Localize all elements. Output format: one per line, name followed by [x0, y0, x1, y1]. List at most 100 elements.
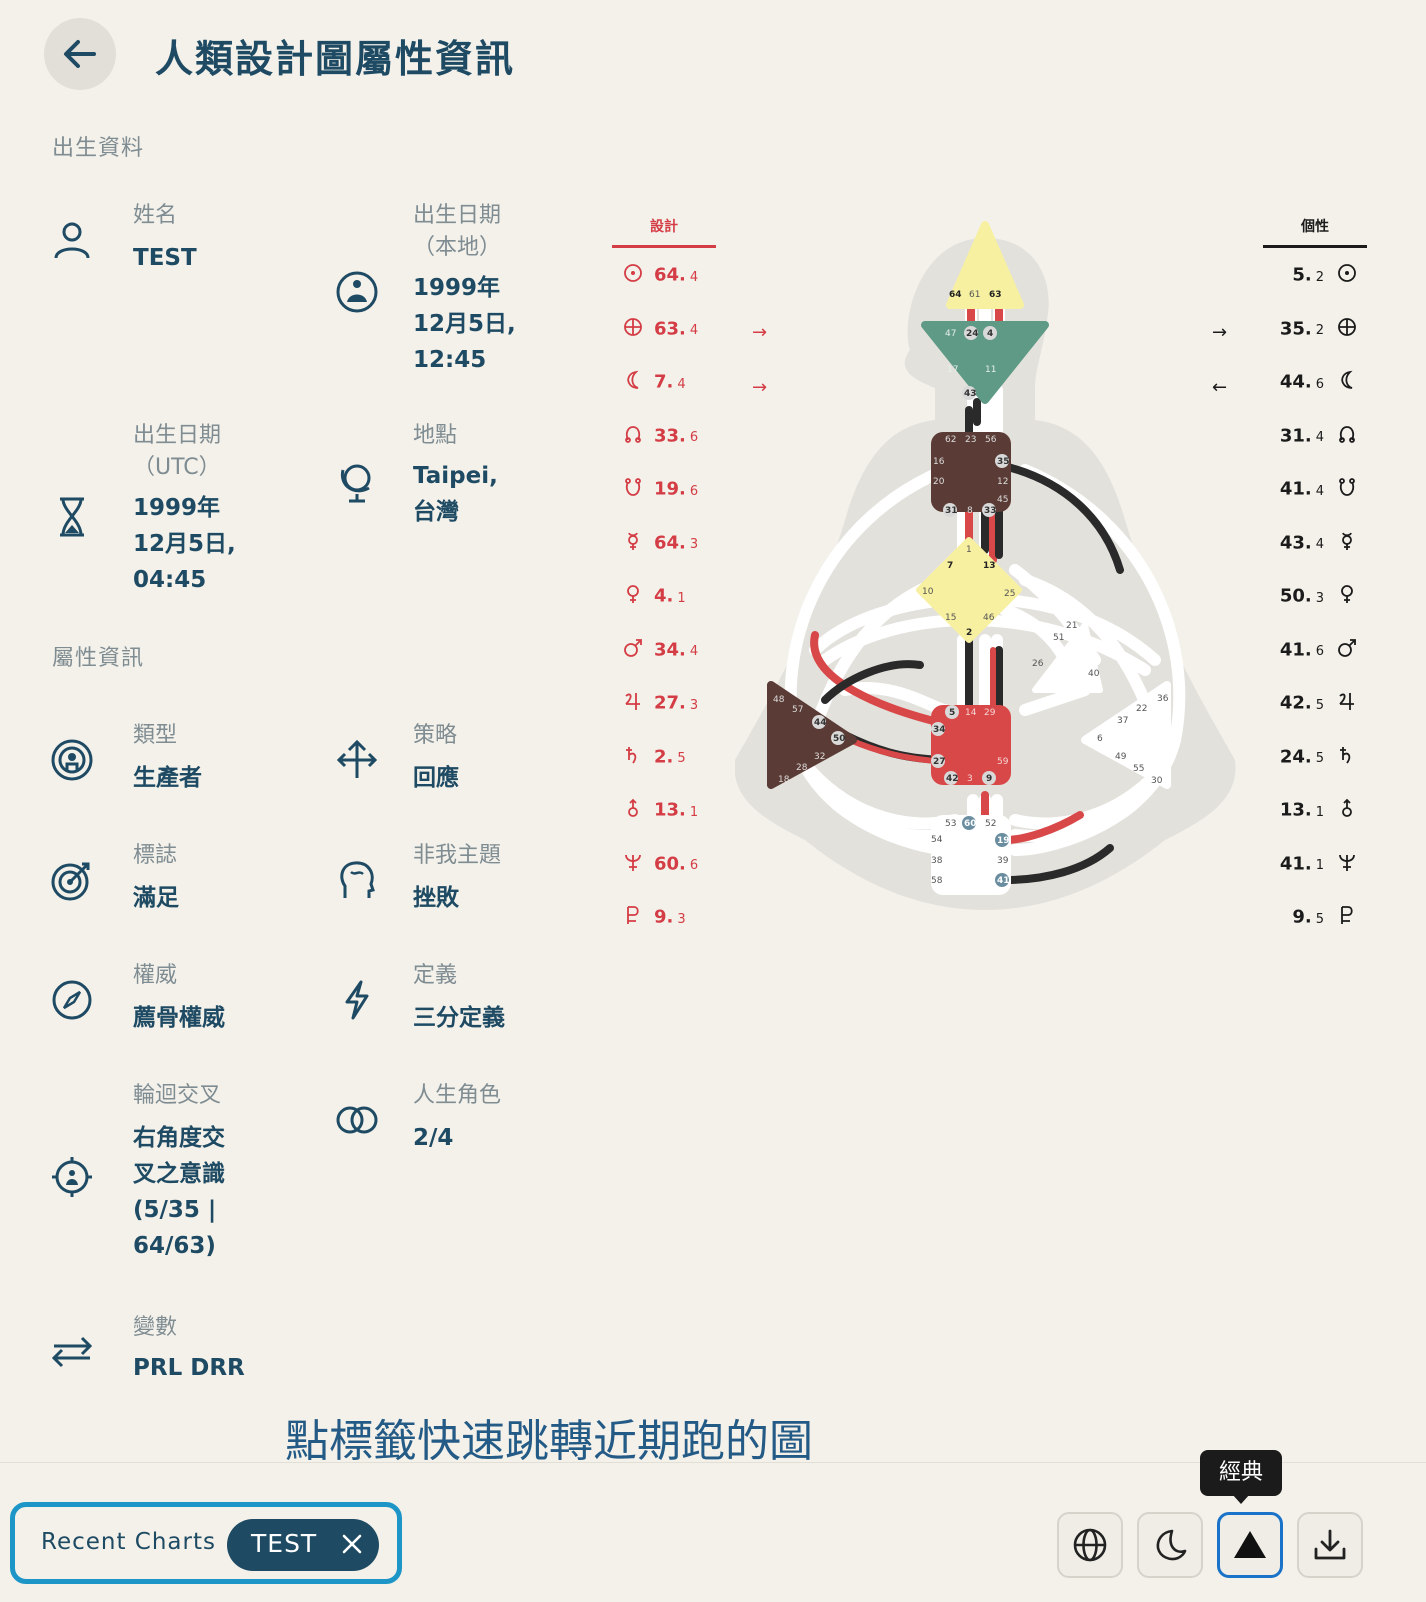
south-node-icon: [1336, 476, 1358, 503]
gate-label: 22: [1136, 704, 1147, 714]
recent-charts-label: Recent Charts: [41, 1529, 216, 1555]
design-row[interactable]: 63. 4: [622, 316, 698, 343]
gate-label: 42: [946, 774, 959, 784]
close-icon[interactable]: [341, 1533, 363, 1555]
neptune-icon: [1336, 851, 1358, 878]
theme-button[interactable]: [1137, 1512, 1203, 1578]
target-icon: [50, 858, 94, 902]
gate-label: 31: [945, 506, 958, 516]
line-number: 4: [689, 269, 699, 285]
gate-label: 17: [947, 365, 958, 375]
line-number: 1: [1315, 858, 1324, 873]
place-value: Taipei, 台灣: [413, 463, 498, 525]
line-number: 2: [1315, 323, 1324, 338]
gate-number: 44.: [1279, 371, 1312, 393]
saturn-icon: [622, 744, 644, 771]
gate-number: 13.: [1279, 799, 1312, 821]
gate-label: 49: [1115, 752, 1127, 762]
line-number: 1: [1315, 804, 1324, 820]
personality-row[interactable]: 42. 5: [1280, 690, 1358, 717]
design-row[interactable]: 7. 4: [622, 369, 686, 396]
line-number: 5: [1315, 697, 1324, 713]
gate-label: 19: [997, 836, 1010, 846]
personality-row[interactable]: 41. 6: [1280, 637, 1358, 664]
personality-row[interactable]: 44. 6: [1280, 369, 1358, 396]
gate-number: 5.: [1292, 264, 1312, 286]
sun-icon: [1336, 262, 1358, 289]
line-number: 6: [1315, 376, 1324, 392]
design-row[interactable]: 2. 5: [622, 744, 686, 771]
gate-label: 46: [983, 613, 995, 623]
personality-row[interactable]: 35. 2: [1280, 316, 1358, 343]
gate-number: 42.: [1279, 692, 1312, 714]
design-row[interactable]: 9. 3: [622, 904, 686, 931]
moon-icon: [1156, 1529, 1187, 1561]
language-button[interactable]: [1057, 1512, 1123, 1578]
jupiter-icon: [1336, 690, 1358, 717]
recent-chart-chip[interactable]: TEST: [227, 1519, 379, 1571]
mercury-icon: [622, 530, 644, 557]
gate-label: 7: [947, 561, 953, 571]
line-number: 3: [689, 537, 699, 552]
profile-label: 人生角色: [413, 1083, 502, 1108]
personality-row[interactable]: 31. 4: [1280, 423, 1358, 450]
personality-heading: 個性: [1301, 219, 1329, 235]
personality-row[interactable]: 43. 4: [1280, 530, 1358, 557]
gate-label: 55: [1133, 764, 1144, 774]
gate-label: 64: [949, 290, 962, 300]
variable-icon: [50, 1330, 94, 1374]
personality-row[interactable]: 9. 5: [1292, 904, 1358, 931]
cross-label: 輪迴交叉: [133, 1083, 222, 1108]
download-button[interactable]: [1297, 1512, 1363, 1578]
birth-local-label: 出生日期 （本地）: [413, 203, 502, 260]
back-button[interactable]: [44, 18, 116, 90]
design-row[interactable]: 34. 4: [622, 637, 698, 664]
personality-row[interactable]: 41. 1: [1280, 851, 1358, 878]
personality-row[interactable]: 13. 1: [1280, 797, 1358, 824]
line-number: 4: [1315, 537, 1324, 552]
line-number: 2: [1315, 269, 1324, 285]
compass-icon: [50, 978, 94, 1022]
saturn-icon: [1336, 744, 1358, 771]
line-number: 3: [677, 911, 686, 927]
design-row[interactable]: 64. 4: [622, 262, 698, 289]
line-number: 5: [677, 751, 686, 766]
personality-row[interactable]: 24. 5: [1280, 744, 1358, 771]
gate-label: 43: [964, 389, 977, 399]
signature-label: 標誌: [133, 843, 178, 868]
design-row[interactable]: 33. 6: [622, 423, 698, 450]
gate-label: 14: [965, 708, 977, 718]
jupiter-icon: [622, 690, 644, 717]
classic-button[interactable]: [1217, 1512, 1283, 1578]
gate-label: 44: [814, 718, 827, 728]
name-label: 姓名: [133, 203, 178, 228]
pluto-icon: [1336, 904, 1358, 931]
design-row[interactable]: 64. 3: [622, 530, 698, 557]
gate-label: 18: [778, 775, 790, 785]
gate-label: 60: [964, 819, 977, 829]
gate-label: 1: [966, 545, 972, 555]
line-number: 4: [689, 644, 699, 659]
gate-label: 57: [792, 705, 803, 715]
gate-number: 2.: [654, 746, 674, 767]
profile-value: 2/4: [413, 1125, 454, 1151]
gate-label: 5: [949, 708, 955, 718]
line-number: 6: [689, 483, 699, 499]
personality-row[interactable]: 50. 3: [1280, 583, 1358, 610]
birth-local-value: 1999年 12月5日, 12:45: [413, 275, 516, 373]
gate-label: 11: [985, 365, 996, 375]
design-row[interactable]: 27. 3: [622, 690, 698, 717]
design-row[interactable]: 19. 6: [622, 476, 698, 503]
bodygraph: 64 61 63 47 24 4 17 11 43 62 23 56 16 35…: [735, 221, 1236, 910]
venus-icon: [1336, 583, 1358, 610]
gate-number: 34.: [654, 639, 686, 660]
personality-row[interactable]: 5. 2: [1292, 262, 1358, 289]
gate-label: 37: [1117, 716, 1128, 726]
personality-row[interactable]: 41. 4: [1280, 476, 1358, 503]
design-row[interactable]: 13. 1: [622, 797, 698, 824]
gate-number: 9.: [1292, 906, 1312, 928]
design-row[interactable]: 4. 1: [622, 583, 686, 610]
section-birth: 出生資料: [52, 136, 145, 161]
line-number: 1: [689, 804, 699, 820]
design-row[interactable]: 60. 6: [622, 851, 698, 878]
